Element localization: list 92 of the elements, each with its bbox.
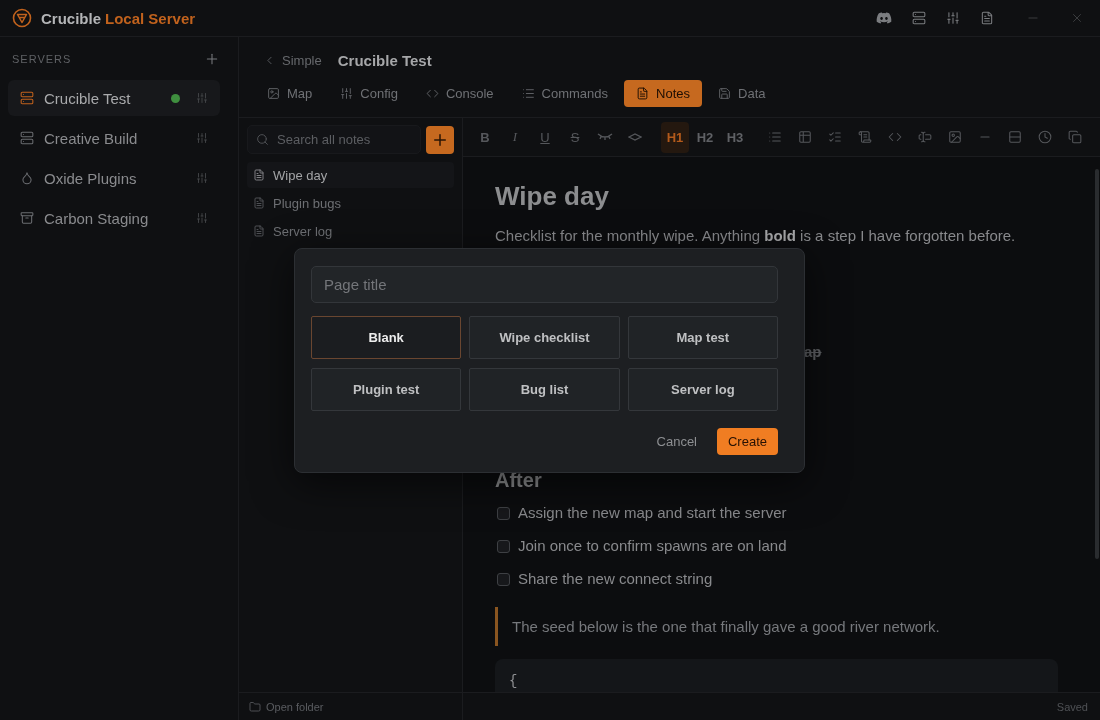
copy-icon[interactable] xyxy=(1068,130,1082,144)
app-name: Crucible xyxy=(41,9,101,27)
open-folder-link[interactable]: Open folder xyxy=(249,700,324,713)
app-name-suffix: Local Server xyxy=(105,9,196,27)
add-icon[interactable] xyxy=(204,51,220,67)
template-option[interactable]: Blank xyxy=(311,316,462,359)
tab[interactable]: Commands xyxy=(509,80,621,107)
task-text: Share the new connect string xyxy=(518,569,713,589)
add-note-button[interactable] xyxy=(426,125,454,154)
code-icon[interactable] xyxy=(888,130,902,144)
server-name: Crucible Test xyxy=(44,89,132,107)
tab[interactable]: Notes xyxy=(624,80,702,107)
image-icon[interactable] xyxy=(948,130,962,144)
section-heading: After xyxy=(495,469,542,491)
server-icon[interactable] xyxy=(912,11,926,25)
sliders-icon[interactable] xyxy=(196,212,208,224)
checkbox[interactable] xyxy=(497,539,510,553)
format-button[interactable]: B xyxy=(471,121,499,153)
search-icon xyxy=(256,133,269,146)
document-icon xyxy=(253,225,265,237)
closed-eye-icon[interactable] xyxy=(597,133,613,141)
page-title-field[interactable]: Page title xyxy=(311,266,778,303)
task-text: Join once to confirm spawns are on land xyxy=(518,536,787,556)
list-icon[interactable] xyxy=(768,130,782,144)
server-icon xyxy=(20,91,34,105)
section-label: SERVERS xyxy=(12,53,72,65)
discord-icon[interactable] xyxy=(876,10,892,26)
format-button[interactable]: S xyxy=(561,121,589,153)
tab[interactable]: Console xyxy=(413,80,506,107)
sliders-icon[interactable] xyxy=(946,11,960,25)
logo-icon xyxy=(12,8,32,28)
diamond-icon[interactable] xyxy=(628,133,642,141)
document-icon xyxy=(253,197,265,209)
format-button[interactable]: U xyxy=(531,121,559,153)
blockquote: The seed below is the one that finally gave a good river network. xyxy=(495,607,1058,646)
note-item[interactable]: Server log xyxy=(247,218,454,244)
note-title: Wipe day xyxy=(495,180,609,212)
text-input-icon[interactable] xyxy=(918,130,932,144)
server-icon xyxy=(20,131,34,145)
code-block: { xyxy=(495,659,1058,692)
checkbox[interactable] xyxy=(497,572,510,586)
note-item[interactable]: Plugin bugs xyxy=(247,190,454,216)
template-option[interactable]: Bug list xyxy=(469,368,620,411)
note-item[interactable]: Wipe day xyxy=(247,162,454,188)
rows-icon[interactable] xyxy=(1008,130,1022,144)
tab[interactable]: Data xyxy=(706,80,778,107)
page-title: Crucible Test xyxy=(337,51,432,69)
heading-button[interactable]: H3 xyxy=(721,121,749,153)
server-name: Oxide Plugins xyxy=(44,169,138,187)
format-button[interactable]: I xyxy=(501,121,529,153)
close-icon[interactable] xyxy=(1070,11,1084,25)
heading-button[interactable]: H1 xyxy=(661,121,689,153)
template-option[interactable]: Wipe checklist xyxy=(469,316,620,359)
document-icon[interactable] xyxy=(980,11,994,25)
server-item[interactable]: Carbon Staging xyxy=(8,200,220,236)
back-link[interactable]: Simple xyxy=(263,52,322,68)
template-option[interactable]: Map test xyxy=(627,316,778,359)
tab[interactable]: Config xyxy=(328,80,410,107)
image-icon xyxy=(267,87,280,100)
scroll-icon[interactable] xyxy=(858,130,872,144)
list-icon xyxy=(521,87,535,100)
clock-icon[interactable] xyxy=(1038,130,1052,144)
tab[interactable]: Map xyxy=(255,80,325,107)
template-option[interactable]: Server log xyxy=(627,368,778,411)
droplet-icon xyxy=(20,171,34,185)
sliders-icon[interactable] xyxy=(196,172,208,184)
task-text: Assign the new map and start the server xyxy=(518,503,787,523)
code-icon xyxy=(425,87,439,100)
server-name: Carbon Staging xyxy=(44,209,150,227)
save-status: Saved xyxy=(1056,700,1088,713)
template-option[interactable]: Plugin test xyxy=(311,368,462,411)
document-icon xyxy=(636,87,650,100)
folder-icon xyxy=(249,700,261,713)
document-icon xyxy=(253,169,265,181)
server-item[interactable]: Oxide Plugins xyxy=(8,160,220,196)
scrollbar-thumb[interactable] xyxy=(1095,169,1099,559)
table-icon[interactable] xyxy=(798,130,812,144)
note-paragraph: Checklist for the monthly wipe. Anything bold is a step I have forgotten before. xyxy=(495,226,1017,246)
search-field[interactable]: Search all notes xyxy=(247,125,421,154)
heading-button[interactable]: H2 xyxy=(691,121,719,153)
sliders-icon[interactable] xyxy=(196,132,208,144)
server-item[interactable]: Crucible Test xyxy=(8,80,220,116)
create-button[interactable]: Create xyxy=(717,428,778,455)
checklist-icon[interactable] xyxy=(828,130,842,144)
cancel-button[interactable]: Cancel xyxy=(656,434,697,449)
checkbox[interactable] xyxy=(497,506,510,520)
archive-box-icon xyxy=(20,211,34,225)
server-item[interactable]: Creative Build xyxy=(8,120,220,156)
server-name: Creative Build xyxy=(44,129,139,147)
sliders-icon xyxy=(340,87,354,100)
struck-text: ap xyxy=(804,343,822,360)
sliders-icon[interactable] xyxy=(196,92,208,104)
